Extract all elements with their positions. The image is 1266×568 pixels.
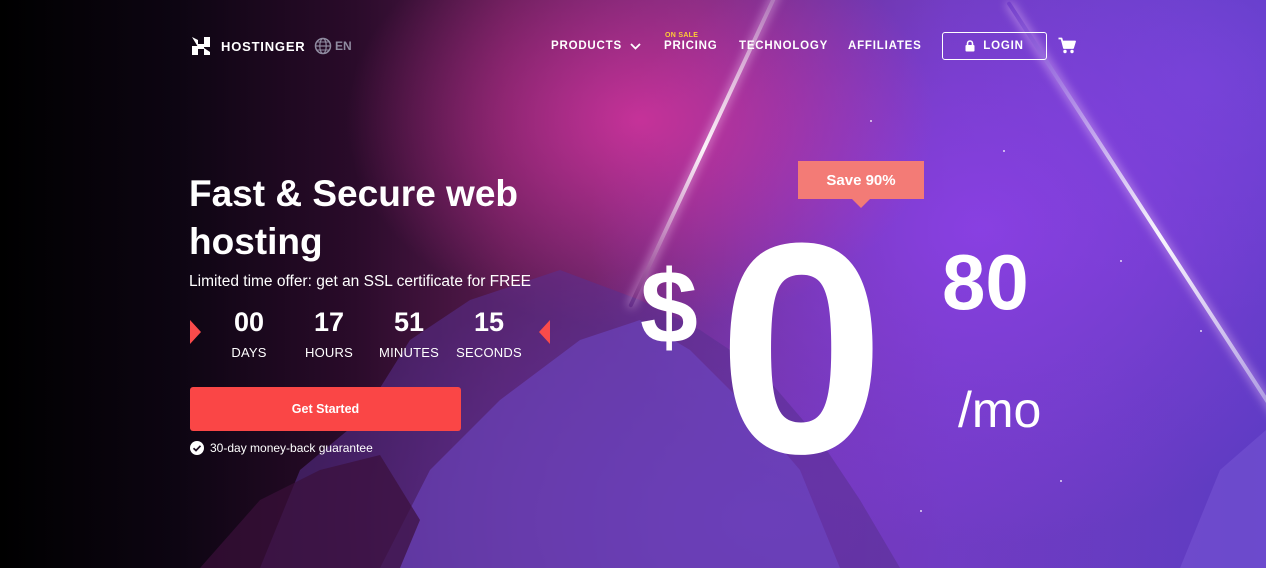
on-sale-badge: ON SALE xyxy=(665,32,699,39)
countdown-value: 00 xyxy=(233,307,265,337)
nav-technology[interactable]: TECHNOLOGY xyxy=(739,40,828,52)
countdown-days: 00 DAYS xyxy=(209,306,289,360)
login-label: LOGIN xyxy=(983,40,1024,52)
star xyxy=(920,510,922,512)
guarantee-text: 30-day money-back guarantee xyxy=(210,441,373,455)
star xyxy=(1120,260,1122,262)
chevron-down-icon xyxy=(630,42,641,50)
nav-pricing[interactable]: PRICING xyxy=(664,40,718,52)
countdown-label: SECONDS xyxy=(456,345,522,360)
brand-name: HOSTINGER xyxy=(221,38,306,54)
globe-icon xyxy=(314,37,332,55)
countdown-right-arrow xyxy=(539,320,550,344)
login-button[interactable]: LOGIN xyxy=(942,32,1047,60)
countdown-seconds: 15 SECONDS xyxy=(449,306,529,360)
countdown-label: DAYS xyxy=(231,345,267,360)
countdown-hours: 17 HOURS xyxy=(289,306,369,360)
hero-subtitle: Limited time offer: get an SSL certifica… xyxy=(189,273,532,290)
nav-products[interactable]: PRODUCTS xyxy=(551,40,641,52)
countdown-value: 17 xyxy=(313,307,345,337)
star xyxy=(1200,330,1202,332)
language-selector[interactable]: EN xyxy=(314,37,352,55)
get-started-button[interactable]: Get Started xyxy=(190,387,461,431)
language-label: EN xyxy=(335,39,352,53)
countdown-label: HOURS xyxy=(305,345,353,360)
countdown-left-arrow xyxy=(190,320,201,344)
logo-icon xyxy=(192,37,210,55)
price-period: /mo xyxy=(958,382,1042,438)
countdown-value: 15 xyxy=(473,307,505,337)
nav-products-label: PRODUCTS xyxy=(551,40,622,52)
price-currency: $ xyxy=(640,250,698,366)
countdown-label: MINUTES xyxy=(379,345,439,360)
nav-affiliates[interactable]: AFFILIATES xyxy=(848,40,922,52)
star xyxy=(870,120,872,122)
check-circle-icon xyxy=(190,441,204,455)
brand-logo[interactable]: HOSTINGER xyxy=(191,36,305,56)
money-back-guarantee: 30-day money-back guarantee xyxy=(190,441,373,455)
countdown-value: 51 xyxy=(393,307,425,337)
star xyxy=(1060,480,1062,482)
price-integer: 0 xyxy=(718,180,885,516)
price-cents: 80 xyxy=(942,238,1029,326)
hero-title: Fast & Secure web hosting xyxy=(189,173,519,262)
countdown-minutes: 51 MINUTES xyxy=(369,306,449,360)
cart-icon[interactable] xyxy=(1058,37,1076,54)
star xyxy=(1003,150,1005,152)
lock-icon xyxy=(965,40,975,52)
